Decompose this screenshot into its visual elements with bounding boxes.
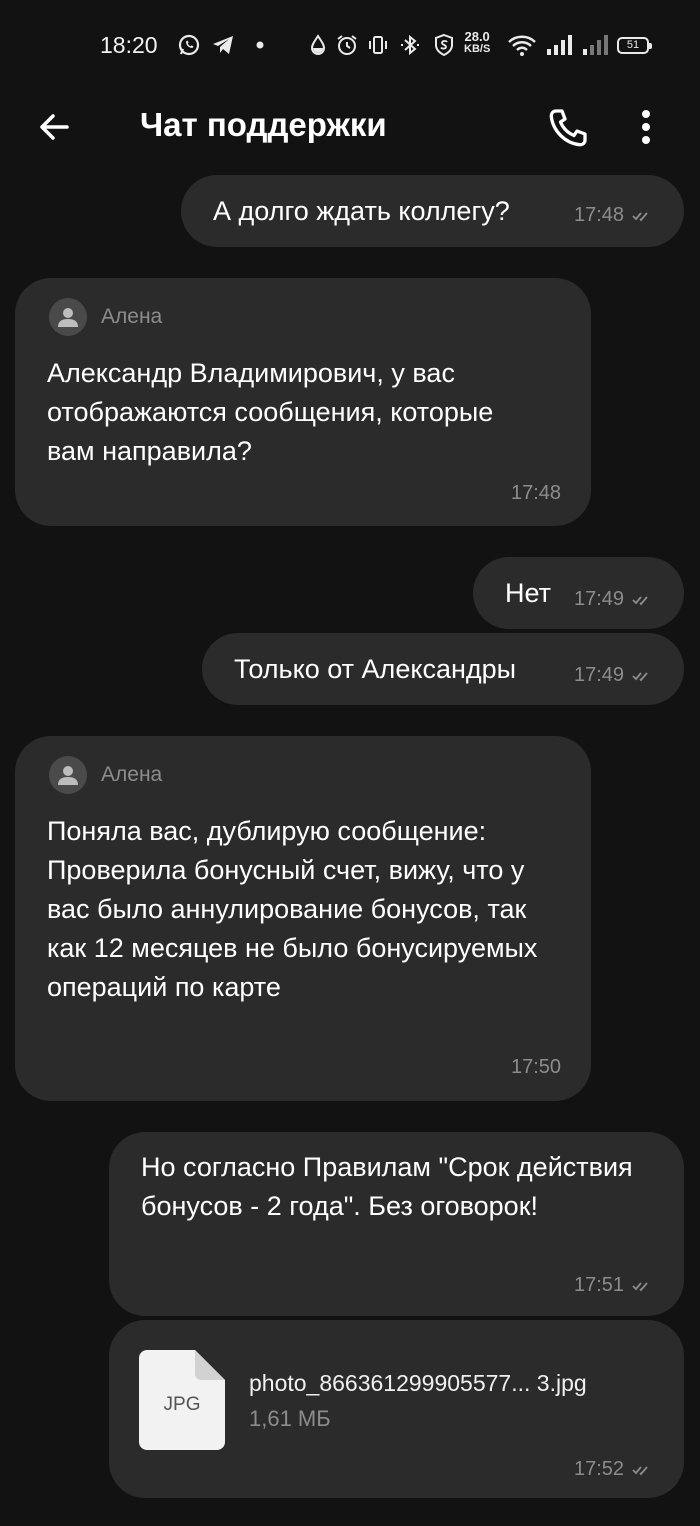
- message-incoming[interactable]: Алена Поняла вас, дублирую сообщение: Пр…: [15, 736, 591, 1101]
- page-title: Чат поддержки: [140, 106, 387, 143]
- message-meta: 17:50: [511, 1056, 561, 1079]
- drop-icon: [306, 31, 330, 59]
- message-time: 17:48: [574, 204, 625, 226]
- message-text: Александр Владимирович, у вас отображают…: [47, 358, 494, 466]
- message-time: 17:48: [511, 482, 562, 504]
- more-vert-icon: [642, 110, 650, 144]
- vibrate-icon: [366, 31, 390, 59]
- message-meta: 17:48: [511, 482, 561, 505]
- message-sender: Алена: [49, 298, 162, 336]
- message-text: Поняла вас, дублирую сообщение: Проверил…: [47, 816, 538, 1002]
- message-text: А долго ждать коллегу?: [213, 196, 510, 226]
- double-check-icon: [632, 671, 648, 681]
- signal-weak-icon: [580, 31, 610, 59]
- double-check-icon: [632, 1281, 648, 1291]
- shield-icon: [432, 31, 456, 59]
- avatar: [49, 756, 87, 794]
- status-bar: 18:20 28.0 KB/S 51: [0, 0, 700, 92]
- message-outgoing[interactable]: Нет 17:49: [473, 557, 684, 629]
- message-time: 17:49: [574, 588, 625, 610]
- message-meta: 17:49: [574, 664, 652, 687]
- net-speed-unit: KB/S: [464, 43, 491, 55]
- sender-name: Алена: [101, 305, 163, 328]
- bluetooth-icon: [398, 31, 422, 59]
- message-incoming[interactable]: Алена Александр Владимирович, у вас отоб…: [15, 278, 591, 526]
- message-meta: 17:51: [574, 1274, 652, 1297]
- call-button[interactable]: [540, 100, 596, 156]
- message-meta: 17:49: [574, 588, 652, 611]
- dot-icon: [252, 31, 268, 59]
- file-type-label: JPG: [163, 1394, 201, 1415]
- message-outgoing[interactable]: Но согласно Правилам "Срок действия бону…: [109, 1132, 684, 1316]
- message-time: 17:51: [574, 1274, 625, 1296]
- message-text: Нет: [505, 578, 551, 608]
- message-text: Только от Александры: [234, 654, 517, 684]
- double-check-icon: [632, 1465, 648, 1475]
- person-icon: [58, 308, 78, 327]
- message-text: Но согласно Правилам "Срок действия бону…: [141, 1152, 633, 1221]
- back-button[interactable]: [30, 102, 80, 152]
- phone-icon: [549, 109, 587, 147]
- file-jpg-icon[interactable]: JPG: [139, 1350, 225, 1450]
- signal-icon: [544, 31, 574, 59]
- message-meta: 17:48: [574, 204, 652, 227]
- more-options-button[interactable]: [626, 102, 666, 152]
- double-check-icon: [632, 211, 648, 221]
- telegram-icon: [210, 31, 236, 59]
- message-time: 17:52: [574, 1458, 625, 1480]
- message-sender: Алена: [49, 756, 162, 794]
- alarm-icon: [334, 31, 360, 59]
- double-check-icon: [632, 595, 648, 605]
- net-speed-value: 28.0: [464, 29, 490, 44]
- net-speed: 28.0 KB/S: [464, 29, 491, 55]
- message-meta: 17:52: [574, 1458, 652, 1481]
- wifi-icon: [506, 31, 538, 59]
- message-time: 17:49: [574, 664, 625, 686]
- file-size: 1,61 МБ: [249, 1406, 331, 1431]
- message-outgoing[interactable]: А долго ждать коллегу? 17:48: [181, 175, 684, 247]
- sender-name: Алена: [101, 763, 163, 786]
- chat-header: Чат поддержки: [0, 92, 700, 162]
- message-file[interactable]: JPG photo_866361299905577... 3.jpg 1,61 …: [109, 1320, 684, 1498]
- avatar: [49, 298, 87, 336]
- message-time: 17:50: [511, 1056, 562, 1078]
- status-time: 18:20: [100, 32, 158, 58]
- whatsapp-icon: [176, 31, 202, 59]
- battery-icon: 51: [617, 37, 652, 54]
- message-outgoing[interactable]: Только от Александры 17:49: [202, 633, 684, 705]
- person-icon: [58, 766, 78, 785]
- file-name: photo_866361299905577... 3.jpg: [249, 1370, 587, 1396]
- back-arrow-icon: [40, 114, 69, 140]
